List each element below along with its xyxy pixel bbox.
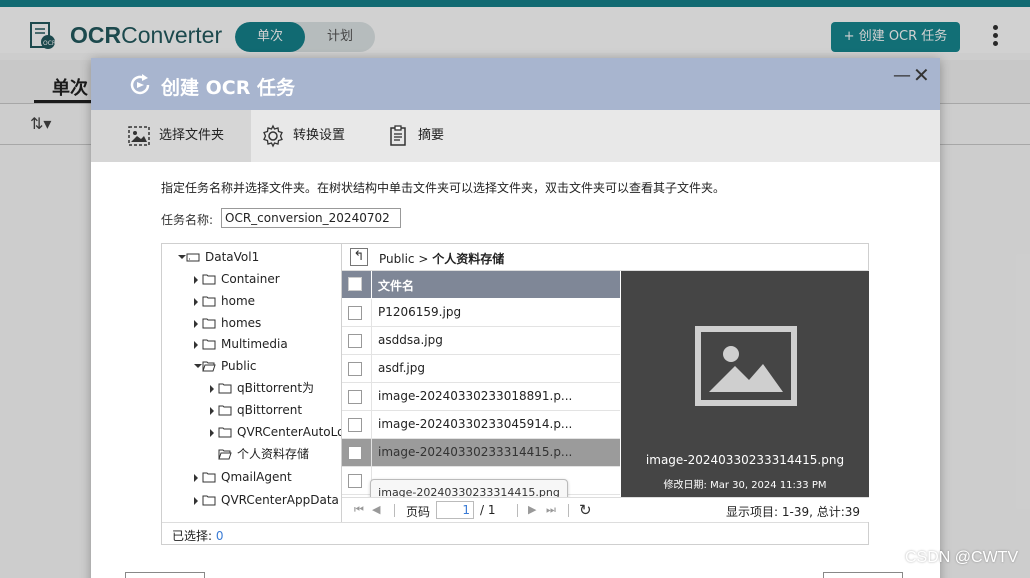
folder-icon [202,339,216,350]
expand-arrow-icon[interactable] [194,298,198,306]
file-row[interactable]: asddsa.jpg [342,327,620,355]
folder-icon [218,383,232,394]
drive-icon [186,253,200,262]
task-name-input[interactable] [221,208,401,228]
expand-arrow-icon[interactable] [178,255,186,259]
page-label: 页码 [406,505,431,519]
folder-icon [202,274,216,285]
gear-icon [263,124,283,148]
row-checkbox[interactable] [348,418,362,432]
back-arrow-icon[interactable]: ↰ [350,248,368,266]
create-ocr-task-dialog: 创建 OCR 任务 — ✕ 选择文件夹 转换设置 摘要 指定任务名称并选择文件夹… [91,58,940,578]
file-row-selected[interactable]: image-20240330233314415.p... [342,439,620,467]
path-bar: ↰ Public > 个人资料存储 [342,244,869,271]
folder-icon [218,405,232,416]
image-preview-panel: image-20240330233314415.png 修改日期: Mar 30… [621,271,869,497]
pagination-bar: ⏮ ◀ 页码 / 1 ▶ ⏭ ↻ 显示项目: 1-39, 总计:39 [342,497,869,522]
close-icon[interactable]: ✕ [913,63,930,87]
file-row[interactable]: image-20240330233045914.p... [342,411,620,439]
expand-arrow-icon[interactable] [194,497,198,505]
file-row[interactable]: image-20240330233018891.p... [342,383,620,411]
expand-arrow-icon[interactable] [194,341,198,349]
footer-left-button[interactable] [125,572,205,578]
open-folder-icon [218,449,232,460]
instruction-text: 指定任务名称并选择文件夹。在树状结构中单击文件夹可以选择文件夹，双击文件夹可以查… [161,181,726,195]
step-select-folder[interactable]: 选择文件夹 [127,124,237,148]
step-conversion-settings[interactable]: 转换设置 [261,124,361,148]
footer-right-button[interactable] [823,572,903,578]
column-filename[interactable]: 文件名 [378,277,414,294]
file-name: image-20240330233018891.p... [378,389,573,403]
watermark-text: CSDN @CWTV [905,549,1019,566]
file-name: asdf.jpg [378,361,425,375]
folder-icon [202,472,216,483]
folder-icon [218,427,232,438]
next-page-icon[interactable]: ▶ [528,503,536,516]
select-all-checkbox[interactable] [348,277,362,291]
dialog-title: 创建 OCR 任务 [161,77,295,99]
image-placeholder-icon [695,326,797,406]
expand-arrow-icon[interactable] [194,320,198,328]
folder-browser: DataVol1 Container home homes Multimedia [161,243,869,545]
clipboard-icon [390,125,406,146]
file-name: image-20240330233045914.p... [378,417,573,431]
page-total: / 1 [480,503,496,517]
expand-arrow-icon[interactable] [210,385,214,393]
step-label: 摘要 [418,128,445,143]
refresh-task-icon [130,74,150,95]
file-name: P1206159.jpg [378,305,462,319]
selected-label: 已选择: 0 [172,529,224,543]
expand-arrow-icon[interactable] [210,407,214,415]
folder-tree: DataVol1 Container home homes Multimedia [162,244,342,522]
expand-arrow-icon[interactable] [210,429,214,437]
file-list-header: 文件名 [342,271,620,298]
file-row[interactable]: asdf.jpg [342,355,620,383]
file-name: image-20240330233314415.p... [378,445,573,459]
step-summary[interactable]: 摘要 [386,124,456,148]
preview-modified-date: 修改日期: Mar 30, 2024 11:33 PM [663,480,827,491]
dialog-header: 创建 OCR 任务 — ✕ [91,58,940,110]
expand-arrow-icon[interactable] [194,364,202,368]
file-name: asddsa.jpg [378,333,443,347]
selection-status: 已选择: 0 [162,522,868,545]
first-page-icon[interactable]: ⏮ [354,503,364,517]
breadcrumb-parent[interactable]: Public > [379,252,428,266]
folder-icon [202,495,216,506]
row-checkbox[interactable] [348,474,362,488]
task-name-label: 任务名称: [161,213,214,227]
row-checkbox[interactable] [348,334,362,348]
file-list: 文件名 P1206159.jpg asddsa.jpg asdf.jpg ima… [342,271,620,496]
row-checkbox[interactable] [348,362,362,376]
breadcrumb-current: 个人资料存储 [432,252,505,266]
step-label: 选择文件夹 [159,128,225,143]
page-number-input[interactable] [436,501,474,519]
step-label: 转换设置 [293,128,346,143]
minimize-icon[interactable]: — [893,65,911,86]
last-page-icon[interactable]: ⏭ [546,503,556,517]
file-row[interactable]: P1206159.jpg [342,299,620,327]
expand-arrow-icon[interactable] [194,276,198,284]
breadcrumb: Public > 个人资料存储 [379,250,504,267]
active-step-arrow [235,110,249,162]
folder-icon [202,318,216,329]
row-checkbox[interactable] [348,306,362,320]
image-folder-icon [128,126,150,146]
open-folder-icon [202,361,216,372]
folder-icon [202,296,216,307]
row-checkbox[interactable] [348,390,362,404]
items-display-info: 显示项目: 1-39, 总计:39 [726,505,861,519]
prev-page-icon[interactable]: ◀ [372,503,380,516]
row-checkbox[interactable] [348,446,362,460]
refresh-icon[interactable]: ↻ [579,501,592,519]
selected-count: 0 [215,529,224,543]
expand-arrow-icon[interactable] [194,474,198,482]
preview-filename: image-20240330233314415.png [645,453,845,467]
wizard-steps: 选择文件夹 转换设置 摘要 [91,110,940,162]
